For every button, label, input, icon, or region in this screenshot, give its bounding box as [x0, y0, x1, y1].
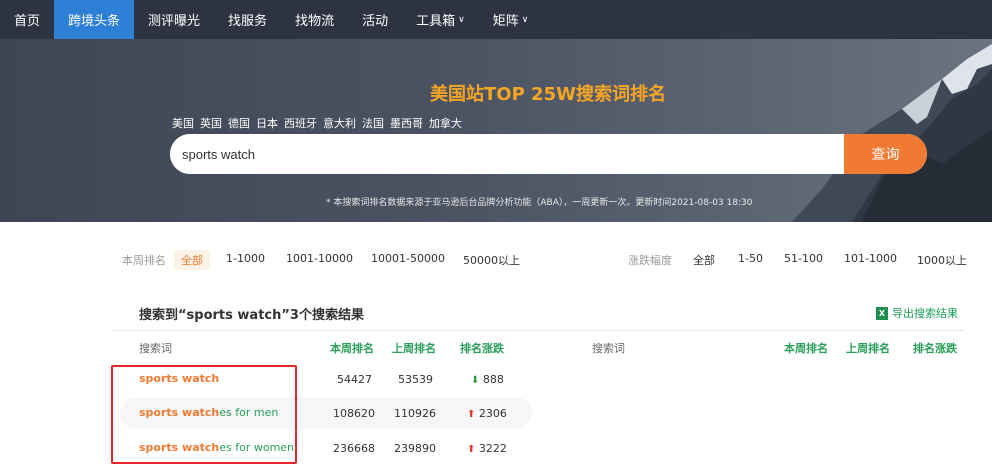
- change-filter-101-1000[interactable]: 101-1000: [837, 250, 904, 267]
- change-filter-label: 涨跌幅度: [628, 254, 672, 267]
- rank-change: ⬇ 888: [471, 373, 504, 386]
- col-header-keyword-right: 搜索词: [592, 342, 625, 355]
- export-results-label: 导出搜索结果: [892, 307, 958, 320]
- nav-item-logistics[interactable]: 找物流: [281, 0, 348, 39]
- results-title: 搜索到“sports watch”3个搜索结果: [139, 308, 364, 323]
- nav-item-toolbox[interactable]: 工具箱 ∨: [402, 0, 479, 39]
- rank-filter-50000-plus[interactable]: 50000以上: [456, 250, 527, 270]
- this-week-rank: 54427: [337, 373, 372, 386]
- export-results-button[interactable]: X 导出搜索结果: [876, 305, 958, 321]
- chevron-down-icon: ∨: [458, 14, 465, 25]
- col-header-change-right[interactable]: 排名涨跌: [913, 340, 957, 356]
- rank-change-value: 2306: [478, 407, 507, 420]
- hero-banner: 美国站TOP 25W搜索词排名 美国 英国 德国 日本 西班牙 意大利 法国 墨…: [0, 39, 992, 222]
- arrow-up-icon: ⬆: [467, 444, 476, 455]
- col-header-last-week-right[interactable]: 上周排名: [846, 340, 890, 356]
- rank-filter-label: 本周排名: [122, 254, 166, 267]
- nav-item-matrix-label: 矩阵: [492, 14, 519, 29]
- last-week-rank: 239890: [394, 442, 436, 455]
- top-nav: 首页 跨境头条 测评曝光 找服务 找物流 活动 工具箱 ∨ 矩阵 ∨: [0, 0, 992, 39]
- nav-item-toolbox-label: 工具箱: [416, 14, 456, 29]
- rank-filter-all[interactable]: 全部: [174, 250, 210, 270]
- site-it[interactable]: 意大利: [323, 115, 356, 131]
- search-button[interactable]: 查询: [844, 134, 927, 174]
- highlight-box: [111, 365, 297, 464]
- search-input[interactable]: [170, 134, 844, 174]
- nav-item-events[interactable]: 活动: [348, 0, 402, 39]
- excel-icon: X: [876, 306, 888, 320]
- change-filter-1000-plus[interactable]: 1000以上: [910, 250, 974, 270]
- site-de[interactable]: 德国: [228, 115, 250, 131]
- nav-item-home[interactable]: 首页: [0, 0, 54, 39]
- this-week-rank: 108620: [333, 407, 375, 420]
- page-title: 美国站TOP 25W搜索词排名: [430, 84, 666, 105]
- site-mx[interactable]: 墨西哥: [390, 115, 423, 131]
- change-filter-all[interactable]: 全部: [686, 250, 722, 270]
- site-uk[interactable]: 英国: [200, 115, 222, 131]
- arrow-up-icon: ⬆: [467, 409, 476, 420]
- rank-filter-1001-10000[interactable]: 1001-10000: [279, 250, 360, 267]
- filter-row: 本周排名 全部 1-1000 1001-10000 10001-50000 50…: [0, 248, 992, 270]
- rank-change-value: 888: [482, 373, 504, 386]
- site-fr[interactable]: 法国: [362, 115, 384, 131]
- rank-change-value: 3222: [478, 442, 507, 455]
- col-header-this-week-right[interactable]: 本周排名: [784, 340, 828, 356]
- change-filter-51-100[interactable]: 51-100: [777, 250, 830, 267]
- this-week-rank: 236668: [333, 442, 375, 455]
- rank-filter-10001-50000[interactable]: 10001-50000: [364, 250, 452, 267]
- col-header-this-week[interactable]: 本周排名: [330, 340, 374, 356]
- nav-item-matrix[interactable]: 矩阵 ∨: [479, 0, 543, 39]
- site-jp[interactable]: 日本: [256, 115, 278, 131]
- site-ca[interactable]: 加拿大: [429, 115, 462, 131]
- rank-change: ⬆ 2306: [467, 407, 507, 420]
- nav-item-cross-border-news[interactable]: 跨境头条: [54, 0, 135, 39]
- col-header-last-week[interactable]: 上周排名: [392, 340, 436, 356]
- search-box: 查询: [170, 134, 927, 174]
- site-us[interactable]: 美国: [172, 115, 194, 131]
- last-week-rank: 53539: [398, 373, 433, 386]
- col-header-keyword: 搜索词: [139, 342, 172, 355]
- rank-change: ⬆ 3222: [467, 442, 507, 455]
- nav-item-services[interactable]: 找服务: [214, 0, 281, 39]
- chevron-down-icon: ∨: [521, 14, 529, 25]
- site-selector: 美国 英国 德国 日本 西班牙 意大利 法国 墨西哥 加拿大: [172, 115, 462, 131]
- col-header-change[interactable]: 排名涨跌: [460, 340, 504, 356]
- divider: [112, 330, 964, 331]
- last-week-rank: 110926: [394, 407, 436, 420]
- data-source-note: * 本搜索词排名数据来源于亚马逊后台品牌分析功能（ABA），一周更新一次。更新时…: [326, 198, 753, 208]
- page: 首页 跨境头条 测评曝光 找服务 找物流 活动 工具箱 ∨ 矩阵 ∨ 美国站TO…: [0, 0, 992, 473]
- nav-item-reviews[interactable]: 测评曝光: [134, 0, 214, 39]
- mountain-background-image: [792, 44, 992, 222]
- change-filter-1-50[interactable]: 1-50: [731, 250, 770, 267]
- arrow-down-icon: ⬇: [471, 375, 480, 386]
- rank-filter-1-1000[interactable]: 1-1000: [219, 250, 272, 267]
- site-es[interactable]: 西班牙: [284, 115, 317, 131]
